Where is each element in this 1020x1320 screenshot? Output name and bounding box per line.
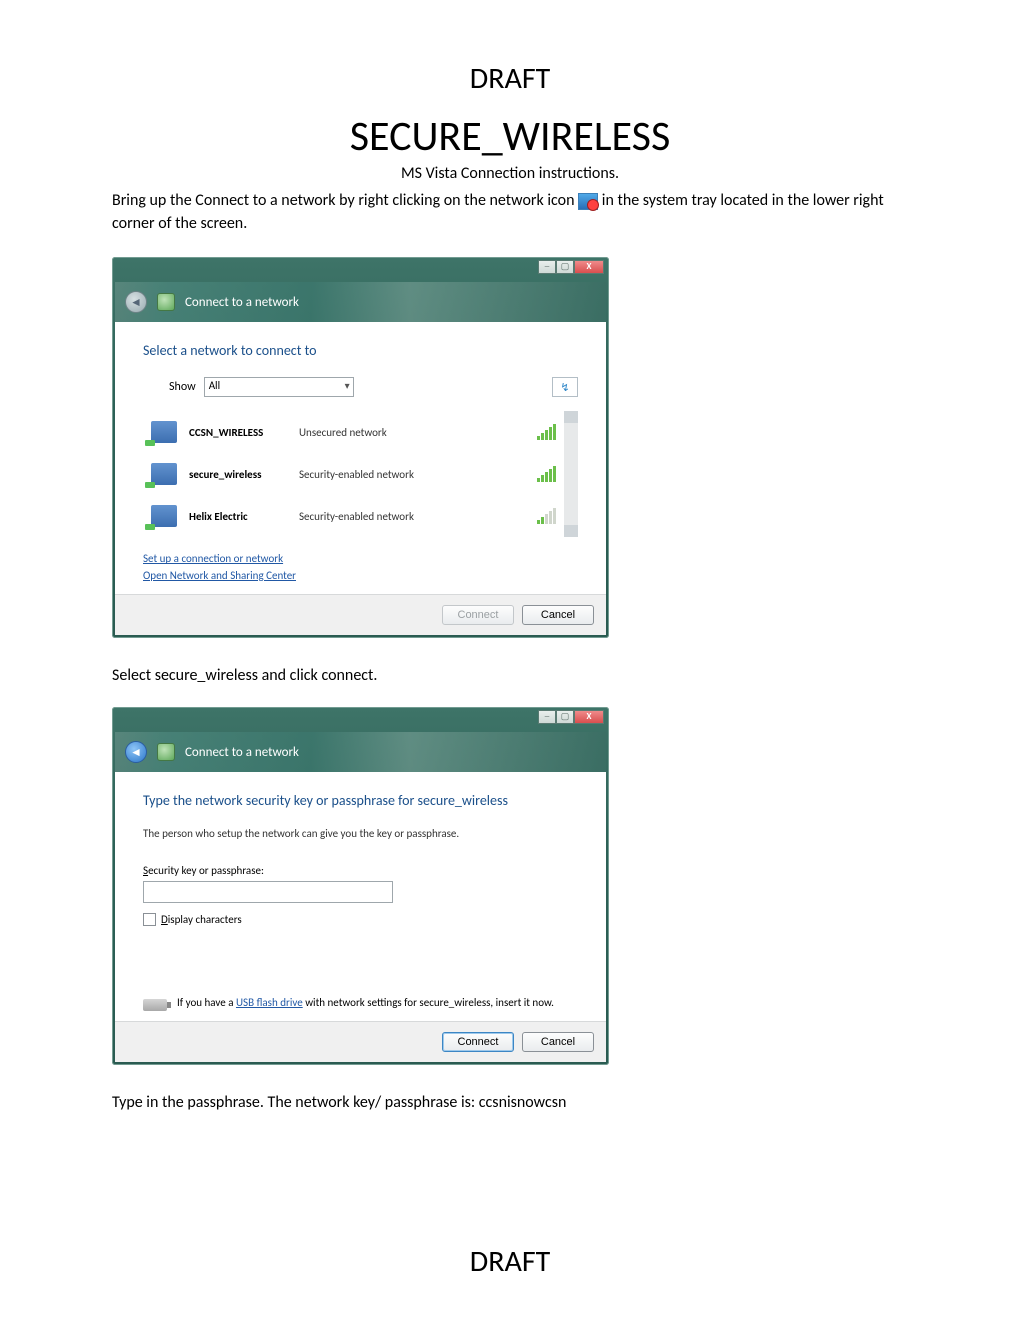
window2-titlebar: ─ ▢ X xyxy=(115,710,606,732)
draft-footer: DRAFT xyxy=(0,1243,1020,1280)
usb-text-pre: If you have a xyxy=(177,996,236,1009)
display-label-rest: isplay characters xyxy=(168,913,242,926)
open-network-center-link[interactable]: Open Network and Sharing Center xyxy=(143,568,578,585)
show-dropdown[interactable]: All xyxy=(204,377,354,397)
intro-text-pre: Bring up the Connect to a network by rig… xyxy=(112,191,575,210)
connect-network-window-2: ─ ▢ X ◄ Connect to a network Type the ne… xyxy=(112,707,609,1065)
step3-text: Type in the passphrase. The network key/… xyxy=(112,1093,908,1112)
window1-button-bar: Connect Cancel xyxy=(115,594,606,635)
connect-button[interactable]: Connect xyxy=(442,605,514,625)
network-type: Security-enabled network xyxy=(299,468,537,481)
window1-header-bar: ◄ Connect to a network xyxy=(115,282,606,322)
close-button[interactable]: X xyxy=(574,710,604,724)
display-characters-row[interactable]: Display characters xyxy=(143,913,578,926)
back-button[interactable]: ◄ xyxy=(125,741,147,763)
page-subtitle: MS Vista Connection instructions. xyxy=(112,164,908,183)
close-button[interactable]: X xyxy=(574,260,604,274)
window1-title: Connect to a network xyxy=(185,295,299,310)
usb-hint-text: If you have a USB flash drive with netwo… xyxy=(177,996,554,1009)
display-characters-checkbox[interactable] xyxy=(143,913,156,926)
window2-button-bar: Connect Cancel xyxy=(115,1021,606,1062)
intro-paragraph: Bring up the Connect to a network by rig… xyxy=(112,189,908,235)
signal-strength-icon xyxy=(537,508,556,524)
window1-links: Set up a connection or network Open Netw… xyxy=(143,551,578,584)
page-title: SECURE_WIRELESS xyxy=(112,111,908,162)
network-list: CCSN_WIRELESS Unsecured network secure_w… xyxy=(143,411,578,537)
cancel-button[interactable]: Cancel xyxy=(522,605,594,625)
network-row[interactable]: secure_wireless Security-enabled network xyxy=(143,453,564,495)
minimize-button[interactable]: ─ xyxy=(538,260,556,274)
draft-header: DRAFT xyxy=(112,60,908,97)
network-name: CCSN_WIRELESS xyxy=(189,426,299,439)
passphrase-label: Security key or passphrase: xyxy=(143,864,578,877)
minimize-button[interactable]: ─ xyxy=(538,710,556,724)
window2-header-bar: ◄ Connect to a network xyxy=(115,732,606,772)
display-label-accel: D xyxy=(161,913,168,926)
network-globe-icon xyxy=(157,743,175,761)
passphrase-label-rest: ecurity key or passphrase: xyxy=(148,864,264,877)
usb-hint-row: If you have a USB flash drive with netwo… xyxy=(143,996,578,1011)
network-icon xyxy=(151,505,177,527)
window2-title: Connect to a network xyxy=(185,745,299,760)
usb-text-post: with network settings for secure_wireles… xyxy=(303,996,554,1009)
network-globe-icon xyxy=(157,293,175,311)
display-characters-label: Display characters xyxy=(161,913,242,926)
signal-strength-icon xyxy=(537,466,556,482)
passphrase-input[interactable] xyxy=(143,881,393,903)
network-name: Helix Electric xyxy=(189,510,299,523)
network-type: Unsecured network xyxy=(299,426,537,439)
back-button[interactable]: ◄ xyxy=(125,291,147,313)
usb-drive-icon xyxy=(143,999,167,1011)
network-row[interactable]: CCSN_WIRELESS Unsecured network xyxy=(143,411,564,453)
show-label: Show xyxy=(169,380,196,394)
network-icon xyxy=(151,421,177,443)
connect-network-window-1: ─ ▢ X ◄ Connect to a network Select a ne… xyxy=(112,257,609,638)
usb-flash-drive-link[interactable]: USB flash drive xyxy=(236,996,303,1009)
window2-heading: Type the network security key or passphr… xyxy=(143,792,578,809)
show-filter-row: Show All ↯ xyxy=(143,377,578,397)
refresh-button[interactable]: ↯ xyxy=(552,377,578,397)
window1-heading: Select a network to connect to xyxy=(143,342,578,359)
setup-connection-link[interactable]: Set up a connection or network xyxy=(143,551,578,568)
network-row[interactable]: Helix Electric Security-enabled network xyxy=(143,495,564,537)
network-type: Security-enabled network xyxy=(299,510,537,523)
network-icon xyxy=(151,463,177,485)
window1-titlebar: ─ ▢ X xyxy=(115,260,606,282)
signal-strength-icon xyxy=(537,424,556,440)
maximize-button[interactable]: ▢ xyxy=(556,710,574,724)
window1-body: Select a network to connect to Show All … xyxy=(115,322,606,594)
window2-description: The person who setup the network can giv… xyxy=(143,827,578,840)
maximize-button[interactable]: ▢ xyxy=(556,260,574,274)
window2-body: Type the network security key or passphr… xyxy=(115,772,606,1021)
network-name: secure_wireless xyxy=(189,468,299,481)
connect-button[interactable]: Connect xyxy=(442,1032,514,1052)
cancel-button[interactable]: Cancel xyxy=(522,1032,594,1052)
step2-text: Select secure_wireless and click connect… xyxy=(112,666,908,685)
network-tray-icon xyxy=(578,193,598,210)
